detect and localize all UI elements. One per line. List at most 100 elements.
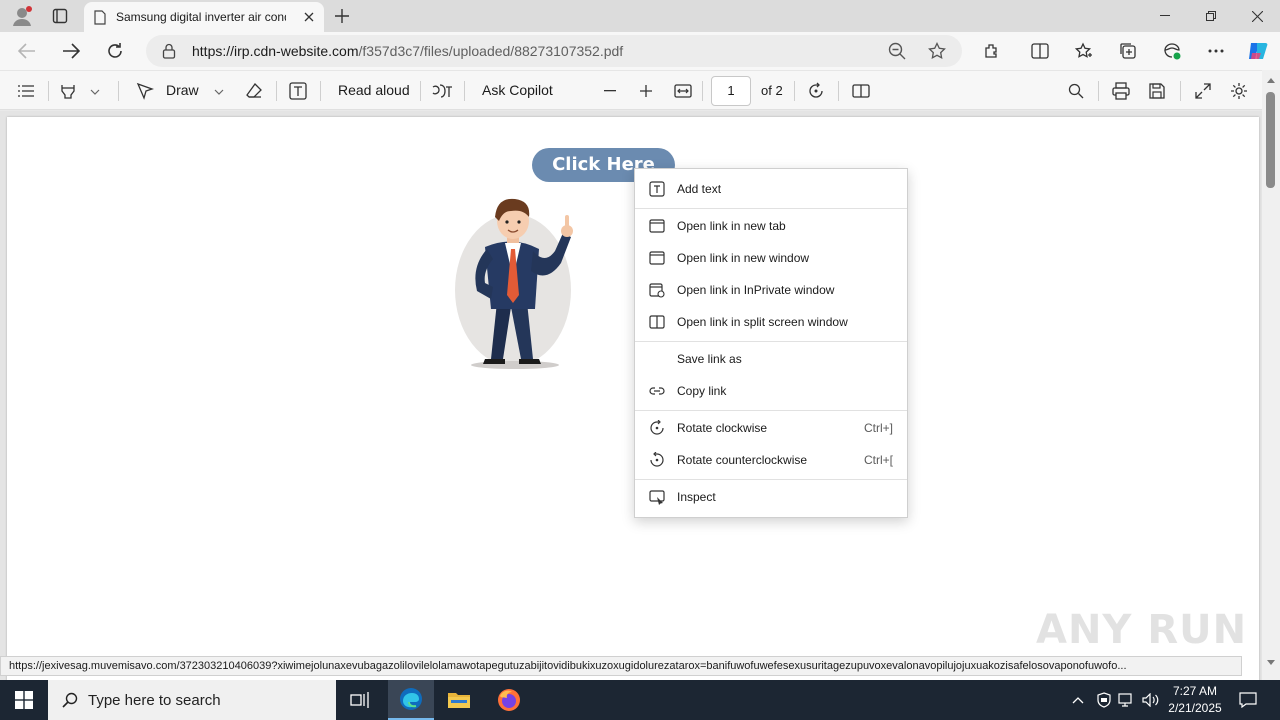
read-aloud-button[interactable]: Read aloud: [338, 82, 410, 98]
menu-item-label: Rotate clockwise: [677, 421, 768, 435]
inprivate-icon: [649, 282, 665, 298]
toolbar-divider: [702, 81, 703, 101]
search-icon: [62, 692, 78, 708]
clock-date[interactable]: 2/21/2025: [1160, 701, 1230, 715]
more-menu-icon[interactable]: [1204, 39, 1228, 63]
zoom-in-icon[interactable]: [636, 81, 656, 101]
menu-item-label: Inspect: [677, 490, 716, 504]
menu-separator: [635, 410, 907, 411]
firefox-icon[interactable]: [486, 680, 532, 720]
zoom-out-icon[interactable]: [888, 42, 906, 60]
eraser-icon[interactable]: [244, 81, 264, 101]
volume-icon[interactable]: [1140, 680, 1162, 720]
add-text-icon: [649, 181, 665, 197]
page-total: of 2: [761, 83, 783, 98]
translate-icon[interactable]: [430, 81, 454, 101]
settings-gear-icon[interactable]: [1228, 81, 1250, 101]
lock-icon[interactable]: [162, 43, 176, 59]
taskbar: Type here to search 7:27 AM 2/21/2025: [0, 680, 1280, 720]
restore-icon[interactable]: [1188, 0, 1234, 32]
highlight-icon[interactable]: [58, 81, 78, 101]
fullscreen-icon[interactable]: [1192, 81, 1214, 101]
contents-list-icon[interactable]: [16, 81, 36, 101]
menu-item-label: Open link in split screen window: [677, 315, 848, 329]
forward-icon[interactable]: [58, 39, 84, 63]
menu-item-rotate-counterclockwise[interactable]: Rotate counterclockwise Ctrl+[: [635, 444, 907, 476]
refresh-icon[interactable]: [102, 39, 128, 63]
scroll-up-icon[interactable]: [1267, 78, 1275, 83]
pdf-viewport[interactable]: Click Here ANY RUN: [0, 111, 1262, 687]
tab-active[interactable]: Samsung digital inverter air cond: [84, 2, 324, 32]
chevron-up-icon[interactable]: [1068, 680, 1088, 720]
menu-item-rotate-clockwise[interactable]: Rotate clockwise Ctrl+]: [635, 412, 907, 444]
menu-item-label: Open link in InPrivate window: [677, 283, 835, 297]
minimize-icon[interactable]: [1142, 0, 1188, 32]
menu-item-open-new-window[interactable]: Open link in new window: [635, 242, 907, 274]
new-tab-icon[interactable]: [330, 4, 354, 28]
edge-taskbar-icon[interactable]: [388, 680, 434, 720]
menu-item-save-link-as[interactable]: Save link as: [635, 343, 907, 375]
defender-icon[interactable]: [1094, 680, 1114, 720]
menu-item-open-new-tab[interactable]: Open link in new tab: [635, 210, 907, 242]
split-screen-icon[interactable]: [1028, 39, 1052, 63]
favorite-star-icon[interactable]: [928, 42, 946, 60]
menu-item-label: Open link in new window: [677, 251, 810, 265]
tab-title: Samsung digital inverter air cond: [116, 10, 286, 24]
chevron-down-icon[interactable]: [86, 83, 104, 101]
rotate-icon[interactable]: [806, 81, 826, 101]
favorites-icon[interactable]: [1072, 39, 1096, 63]
address-bar[interactable]: https://irp.cdn-website.com/f357d3c7/fil…: [146, 35, 962, 67]
menu-item-label: Rotate counterclockwise: [677, 453, 808, 467]
page-view-icon[interactable]: [850, 81, 872, 101]
print-icon[interactable]: [1110, 81, 1132, 101]
menu-separator: [635, 479, 907, 480]
search-icon[interactable]: [1066, 81, 1086, 101]
add-text-icon[interactable]: [288, 81, 308, 101]
back-icon[interactable]: [14, 39, 40, 63]
menu-item-add-text[interactable]: Add text: [635, 173, 907, 205]
close-tab-icon[interactable]: [304, 12, 314, 22]
menu-item-inspect[interactable]: Inspect: [635, 481, 907, 513]
extensions-icon[interactable]: [980, 39, 1004, 63]
fit-to-width-icon[interactable]: [672, 81, 694, 101]
scroll-down-icon[interactable]: [1267, 660, 1275, 665]
new-tab-icon: [649, 218, 665, 234]
taskbar-search-box[interactable]: Type here to search: [48, 680, 336, 720]
copilot-icon[interactable]: [1244, 37, 1272, 65]
notifications-icon[interactable]: [1234, 680, 1262, 720]
close-window-icon[interactable]: [1234, 0, 1280, 32]
pdf-toolbar: Draw Read aloud Ask Copilot 1 of 2: [0, 70, 1280, 110]
zoom-out-icon[interactable]: [600, 81, 620, 101]
pdf-page: Click Here: [7, 117, 1259, 687]
network-icon[interactable]: [1116, 680, 1136, 720]
windows-start-icon[interactable]: [0, 680, 48, 720]
scroll-thumb[interactable]: [1266, 92, 1275, 188]
task-view-icon[interactable]: [340, 680, 380, 720]
shortcut-label: Ctrl+]: [863, 421, 893, 435]
ask-copilot-button[interactable]: Ask Copilot: [482, 82, 553, 98]
clock-time[interactable]: 7:27 AM: [1160, 684, 1230, 698]
toolbar-divider: [118, 81, 119, 101]
draw-button[interactable]: Draw: [166, 82, 199, 98]
draw-pen-icon[interactable]: [134, 81, 156, 101]
menu-item-open-split-screen[interactable]: Open link in split screen window: [635, 306, 907, 338]
shortcut-label: Ctrl+[: [863, 453, 893, 467]
save-icon[interactable]: [1146, 81, 1168, 101]
navigation-bar: https://irp.cdn-website.com/f357d3c7/fil…: [0, 32, 1280, 70]
profile-icon[interactable]: [8, 4, 36, 28]
inspect-icon: [649, 489, 665, 505]
menu-item-label: Open link in new tab: [677, 219, 786, 233]
browser-essentials-icon[interactable]: [1160, 39, 1184, 63]
menu-item-open-inprivate[interactable]: Open link in InPrivate window: [635, 274, 907, 306]
toolbar-divider: [420, 81, 421, 101]
menu-item-label: Save link as: [677, 352, 742, 366]
collections-icon[interactable]: [1116, 39, 1140, 63]
page-icon: [94, 9, 106, 25]
context-menu: Add text Open link in new tab Open link …: [634, 168, 908, 518]
chevron-down-icon[interactable]: [210, 83, 228, 101]
page-number-input[interactable]: 1: [711, 76, 751, 106]
file-explorer-icon[interactable]: [436, 680, 482, 720]
tab-actions-icon[interactable]: [48, 4, 72, 28]
vertical-scrollbar[interactable]: [1262, 70, 1280, 680]
menu-item-copy-link[interactable]: Copy link: [635, 375, 907, 407]
